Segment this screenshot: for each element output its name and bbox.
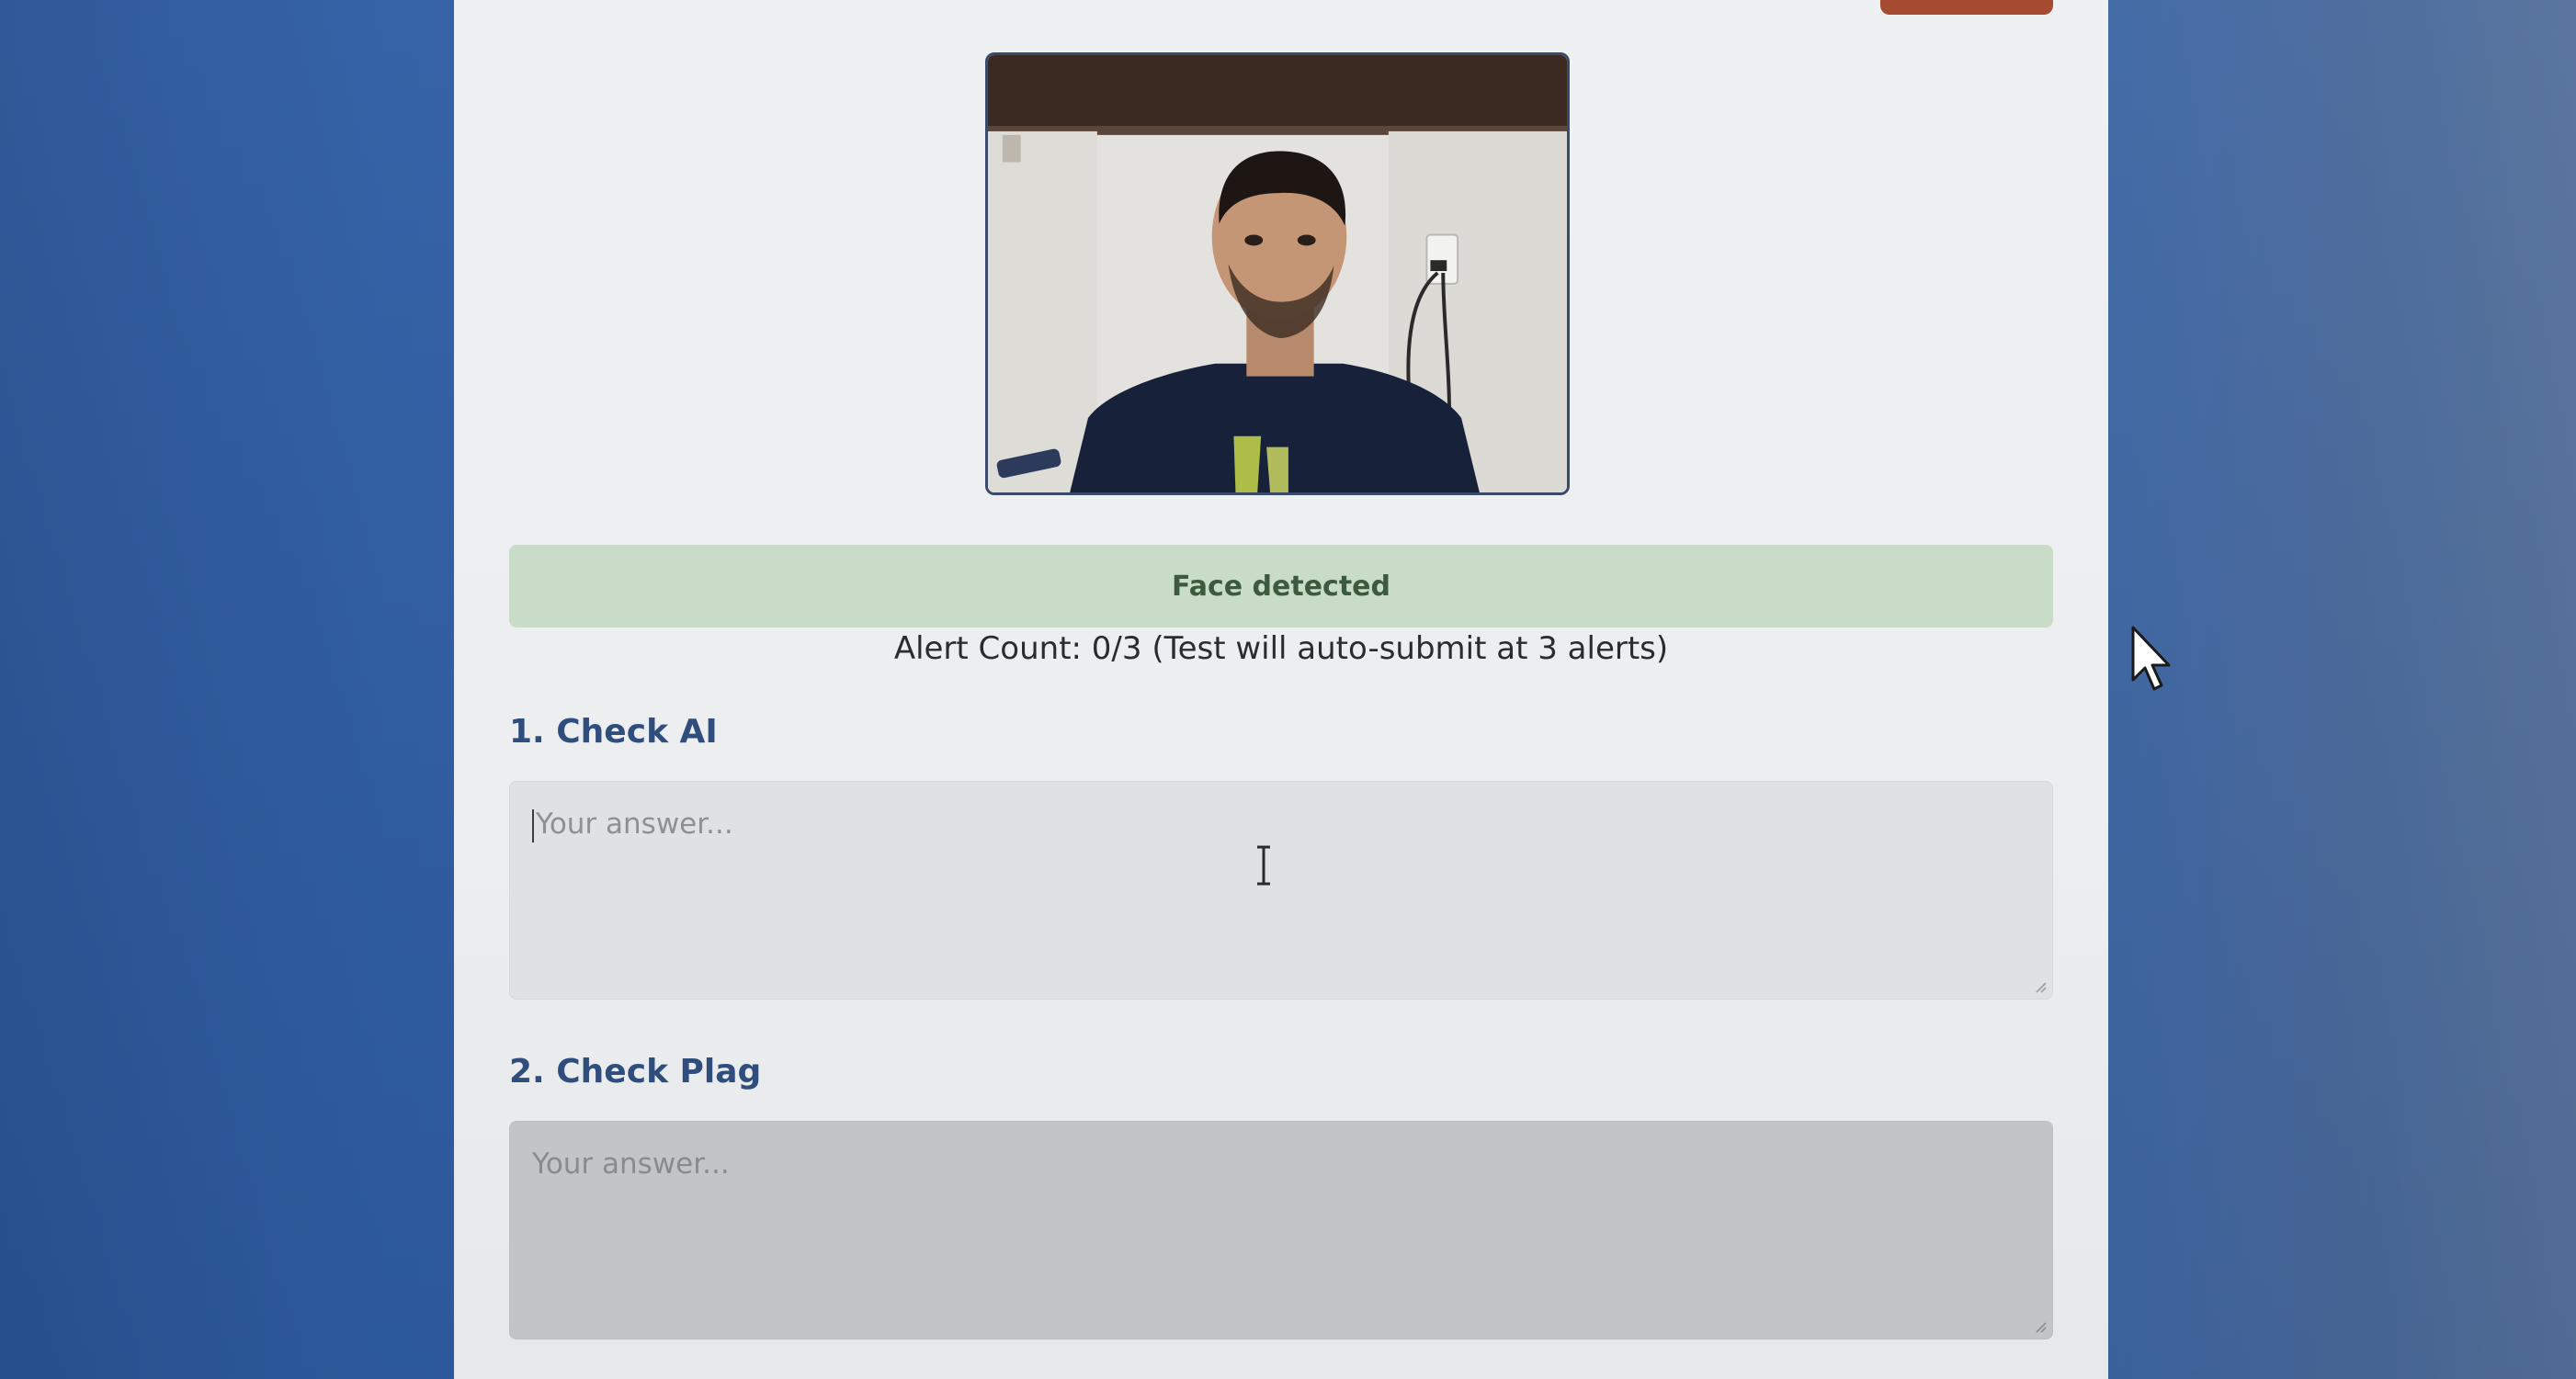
question-1-answer-input[interactable]: Your answer... xyxy=(509,781,2053,1000)
resize-handle-icon[interactable] xyxy=(2034,1320,2047,1333)
question-1-placeholder: Your answer... xyxy=(536,808,733,841)
face-status-text: Face detected xyxy=(1171,570,1390,603)
alert-count-text: Alert Count: 0/3 (Test will auto-submit … xyxy=(893,630,1669,667)
question-2-placeholder: Your answer... xyxy=(532,1147,730,1181)
resize-handle-icon[interactable] xyxy=(2034,980,2047,993)
text-caret xyxy=(532,808,534,842)
face-status-banner: Face detected xyxy=(509,545,2053,627)
mouse-pointer-icon xyxy=(2131,626,2171,691)
top-action-button[interactable] xyxy=(1880,0,2053,15)
question-2-answer-input[interactable]: Your answer... xyxy=(509,1121,2053,1339)
text-cursor-icon xyxy=(1257,845,1270,886)
question-1-title: 1. Check AI xyxy=(509,713,718,751)
question-2-title: 2. Check Plag xyxy=(509,1053,762,1091)
webcam-feed xyxy=(985,52,1570,495)
webcam-image xyxy=(988,55,1567,492)
exam-panel: Face detected Alert Count: 0/3 (Test wil… xyxy=(454,0,2108,1379)
